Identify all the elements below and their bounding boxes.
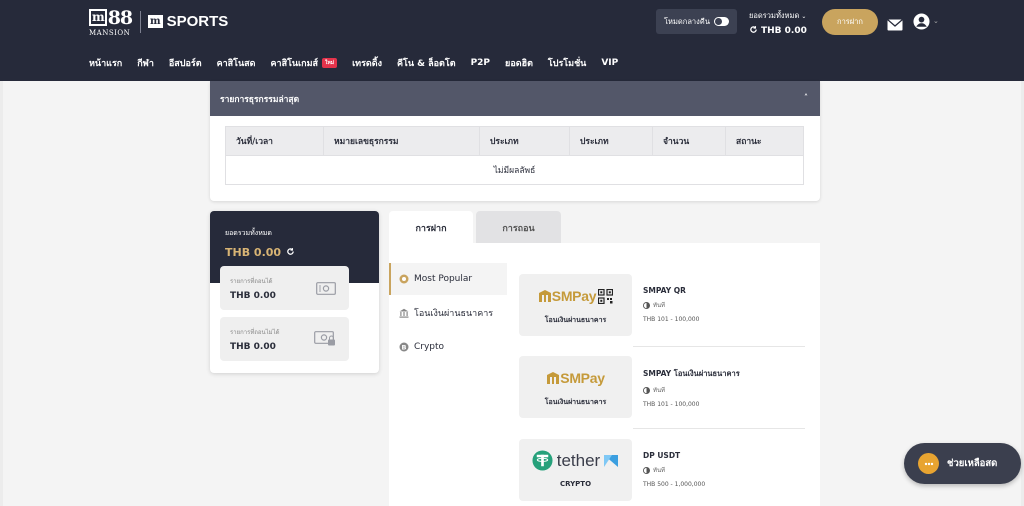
star-circle-icon <box>399 274 409 284</box>
live-help-button[interactable]: ช่วยเหลือสด <box>904 443 1021 484</box>
tether-logo: tether <box>519 450 632 471</box>
option-subtitle: โอนเงินผ่านธนาคาร <box>544 316 607 324</box>
night-mode-label: โหมดกลางคืน <box>664 16 710 26</box>
method-label: Crypto <box>414 342 445 352</box>
refresh-icon[interactable] <box>749 25 758 37</box>
recent-transactions-panel: รายการธุรกรรมล่าสุด ˄ วันที่/เวลา หมายเล… <box>210 81 820 201</box>
live-help-label: ช่วยเหลือสด <box>947 458 998 469</box>
method-crypto[interactable]: B Crypto <box>389 331 507 363</box>
recent-transactions-header[interactable]: รายการธุรกรรมล่าสุด ˄ <box>210 81 820 116</box>
method-label: Most Popular <box>414 274 473 284</box>
wallet-total-value: THB 0.00 <box>225 246 282 259</box>
method-label: โอนเงินผ่านธนาคาร <box>414 309 494 319</box>
empty-results-text: ไม่มีผลลัพธ์ <box>225 155 804 185</box>
tether-flag-icon <box>604 454 619 467</box>
smpay-bank-info: SMPAY โอนเงินผ่านธนาคาร ทันที THB 101 - … <box>643 368 740 408</box>
cash-icon <box>316 280 336 299</box>
tether-icon <box>532 450 553 471</box>
method-bank-transfer[interactable]: โอนเงินผ่านธนาคาร <box>389 297 507 329</box>
nav-home[interactable]: หน้าแรก <box>89 56 122 70</box>
option-subtitle: CRYPTO <box>559 480 592 488</box>
column-header: จำนวน <box>652 126 726 156</box>
nav-popular[interactable]: ยอดฮิต <box>505 56 533 70</box>
table-header-row: วันที่/เวลา หมายเลขธุรกรรม ประเภท ประเภท… <box>225 126 804 156</box>
chat-bubble-icon <box>918 453 939 474</box>
smpay-mark-icon <box>538 290 551 302</box>
header-deposit-button[interactable]: การฝาก <box>822 9 878 35</box>
option-limit: THB 101 - 100,000 <box>643 401 700 408</box>
divider <box>633 346 805 347</box>
nav-p2p[interactable]: P2P <box>471 58 490 68</box>
toggle-switch[interactable] <box>714 17 729 26</box>
nav-trading[interactable]: เทรดดิ้ง <box>352 56 382 70</box>
smpay-logo: SMPay <box>519 370 632 386</box>
tab-deposit[interactable]: การฝาก <box>389 211 473 244</box>
nav-keno-lotto[interactable]: คีโน & ล็อตโต <box>397 56 456 70</box>
chevron-up-icon[interactable]: ˄ <box>804 93 808 102</box>
column-header: ประเภท <box>479 126 570 156</box>
divider <box>633 428 805 429</box>
option-name: DP USDT <box>643 451 681 460</box>
column-header: หมายเลขธุรกรรม <box>323 126 480 156</box>
nav-promotions[interactable]: โปรโมชั่น <box>548 56 586 70</box>
option-time: ทันที <box>643 300 699 310</box>
mail-icon[interactable] <box>887 16 903 35</box>
nav-live-casino[interactable]: คาสิโนสด <box>217 56 256 70</box>
wallet-summary: ยอดรวมทั้งหมด THB 0.00 รายการที่ถอนได้ T… <box>210 211 379 373</box>
recent-transactions-title: รายการธุรกรรมล่าสุด <box>220 94 300 105</box>
nav-sports[interactable]: กีฬา <box>137 56 154 70</box>
method-most-popular[interactable]: Most Popular <box>389 263 507 295</box>
top-header: m 88 MANSION m SPORTS โหมดกลางคืน ยอดรวมทั… <box>0 0 1024 81</box>
option-limit: THB 101 - 100,000 <box>643 316 700 323</box>
crypto-icon: B <box>399 342 409 352</box>
dp-usdt-info: DP USDT ทันที THB 500 - 1,000,000 <box>643 451 705 488</box>
refresh-icon[interactable] <box>286 246 295 259</box>
m-sports-logo[interactable]: m SPORTS <box>148 13 228 30</box>
transactions-table: วันที่/เวลา หมายเลขธุรกรรม ประเภท ประเภท… <box>225 126 804 185</box>
clock-icon <box>643 466 650 474</box>
new-badge: ใหม่ <box>322 58 338 68</box>
column-header: วันที่/เวลา <box>225 126 324 156</box>
option-time: ทันที <box>643 465 705 475</box>
option-limit: THB 500 - 1,000,000 <box>643 481 706 488</box>
header-balance[interactable]: ยอดรวมทั้งหมด ⌄ THB 0.00 <box>749 10 807 37</box>
svg-text:B: B <box>402 343 407 351</box>
nav-esports[interactable]: อีสปอร์ต <box>169 56 202 70</box>
user-avatar-icon[interactable] <box>913 13 930 34</box>
nav-casino-games[interactable]: คาสิโนเกมส์ ใหม่ <box>271 56 338 70</box>
night-mode-toggle[interactable]: โหมดกลางคืน <box>656 9 737 34</box>
smpay-qr-info: SMPAY QR ทันที THB 101 - 100,000 <box>643 286 699 323</box>
smpay-bank-card[interactable]: SMPay โอนเงินผ่านธนาคาร <box>519 356 632 418</box>
withdrawable-card: รายการที่ถอนได้ THB 0.00 <box>220 266 349 310</box>
nav-casino-games-label: คาสิโนเกมส์ <box>270 59 319 69</box>
smpay-logo: SMPay <box>519 288 632 304</box>
nav-vip[interactable]: VIP <box>601 58 618 68</box>
balance-value: THB 0.00 <box>761 26 807 36</box>
dp-usdt-card[interactable]: tether CRYPTO <box>519 439 632 501</box>
m88-mansion-logo[interactable]: m 88 MANSION <box>89 9 133 37</box>
smpay-mark-icon <box>547 372 560 384</box>
column-header: ประเภท <box>569 126 653 156</box>
option-name: SMPAY โอนเงินผ่านธนาคาร <box>643 369 740 378</box>
wallet-total-label: ยอดรวมทั้งหมด <box>225 229 272 237</box>
option-subtitle: โอนเงินผ่านธนาคาร <box>544 398 607 406</box>
tab-withdraw[interactable]: การถอน <box>476 211 561 244</box>
clock-icon <box>643 386 650 394</box>
chevron-down-icon: ⌄ <box>801 12 807 20</box>
balance-label: ยอดรวมทั้งหมด <box>749 11 800 20</box>
bank-icon <box>399 308 409 318</box>
non-withdrawable-card: รายการที่ถอนไม่ได้ THB 0.00 <box>220 317 349 361</box>
option-name: SMPAY QR <box>643 286 686 295</box>
locked-cash-icon <box>314 331 336 350</box>
option-time: ทันที <box>643 385 740 395</box>
logo-divider <box>140 11 141 33</box>
column-header: สถานะ <box>725 126 804 156</box>
clock-icon <box>643 301 650 309</box>
chevron-down-icon[interactable]: ⌄ <box>933 17 939 25</box>
main-nav: หน้าแรก กีฬา อีสปอร์ต คาสิโนสด คาสิโนเกม… <box>89 56 633 70</box>
table-row: ไม่มีผลลัพธ์ <box>225 155 804 185</box>
smpay-qr-card[interactable]: SMPay โอนเงินผ่านธนาคาร <box>519 274 632 336</box>
qr-code-icon <box>598 288 614 304</box>
